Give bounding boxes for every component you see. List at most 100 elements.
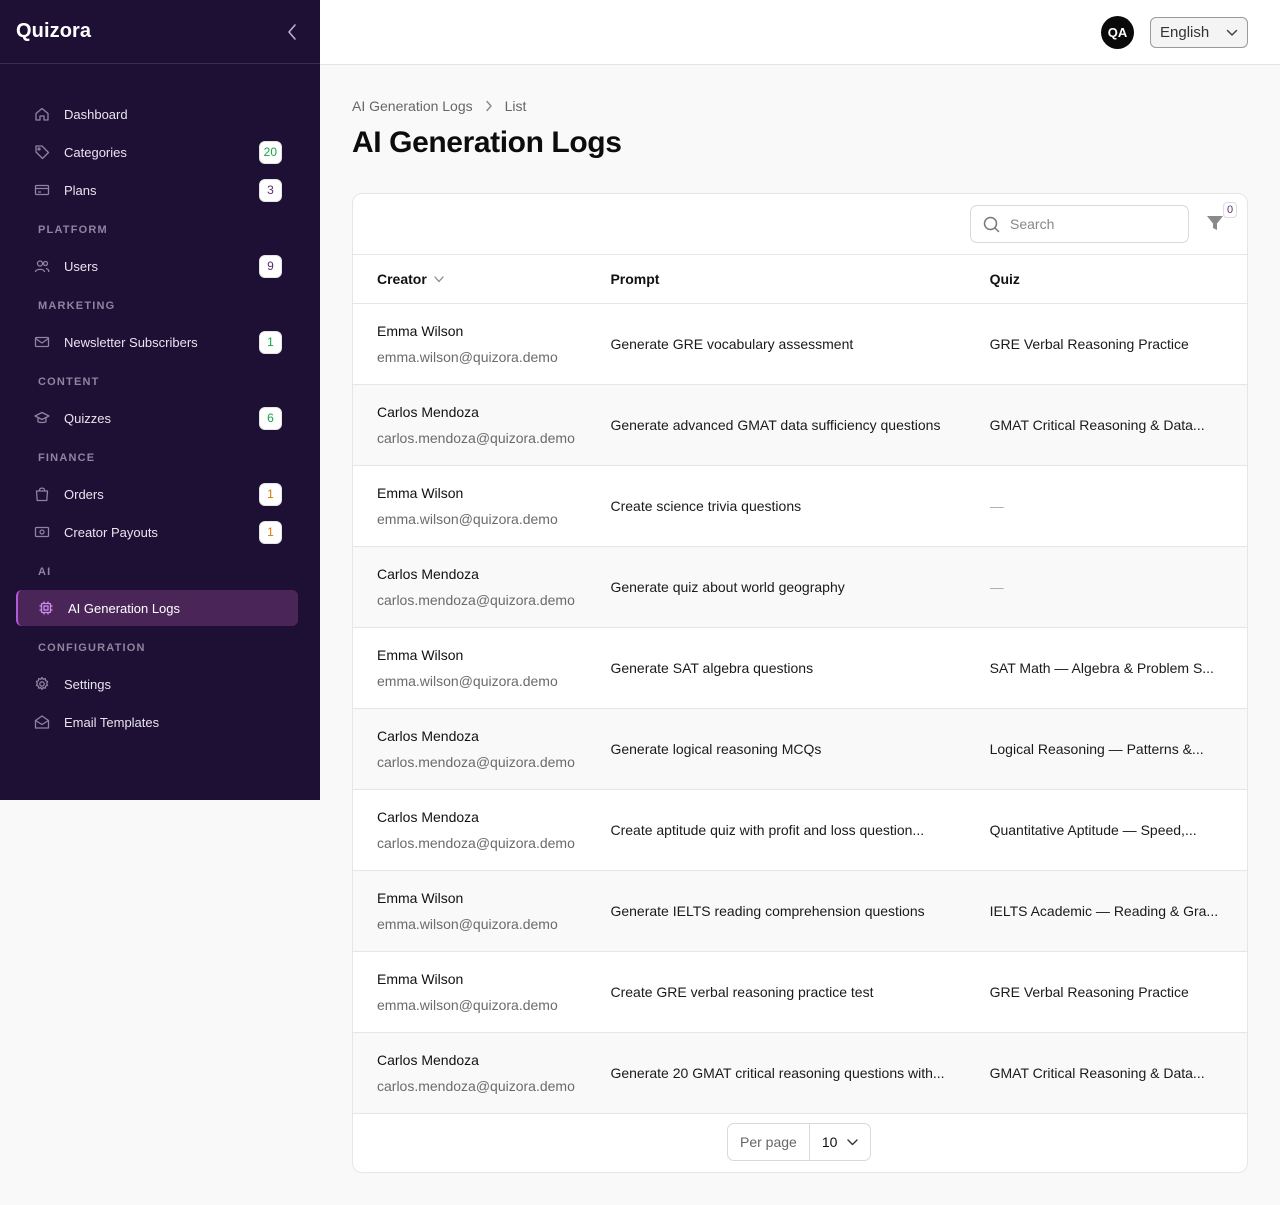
table-row[interactable]: Carlos Mendoza carlos.mendoza@quizora.dem…: [353, 709, 1247, 790]
section-label-configuration: CONFIGURATION: [38, 642, 146, 654]
sidebar-header: Quizora: [0, 0, 320, 64]
creator-email: carlos.mendoza@quizora.demo: [377, 430, 575, 446]
sidebar-item-creator-payouts[interactable]: Creator Payouts 1: [16, 514, 298, 550]
sidebar-item-plans[interactable]: Plans 3: [16, 172, 298, 208]
quiz-cell: GRE Verbal Reasoning Practice: [990, 984, 1247, 1000]
quiz-cell: GMAT Critical Reasoning & Data...: [990, 417, 1247, 433]
creator-name: Emma Wilson: [377, 323, 464, 339]
avatar[interactable]: QA: [1101, 16, 1134, 49]
home-icon: [34, 106, 50, 122]
sidebar-item-label: Users: [64, 258, 98, 274]
creator-email: emma.wilson@quizora.demo: [377, 511, 558, 527]
count-badge: 20: [258, 140, 282, 164]
prompt-cell: Generate SAT algebra questions: [610, 660, 989, 676]
creator-email: emma.wilson@quizora.demo: [377, 916, 558, 932]
quiz-cell: —: [990, 498, 1247, 514]
table-row[interactable]: Emma Wilson emma.wilson@quizora.demo Creat…: [353, 952, 1247, 1033]
prompt-cell: Generate logical reasoning MCQs: [610, 741, 989, 757]
sidebar-item-newsletter-subscribers[interactable]: Newsletter Subscribers 1: [16, 324, 298, 360]
prompt-text: Generate SAT algebra questions: [610, 660, 814, 676]
quiz-title: GRE Verbal Reasoning Practice: [989, 984, 1189, 1000]
sidebar-item-settings[interactable]: Settings: [16, 666, 298, 702]
sidebar-item-ai-generation-logs[interactable]: AI Generation Logs: [16, 590, 298, 626]
quiz-cell: Quantitative Aptitude — Speed,...: [990, 822, 1247, 838]
table-row[interactable]: Carlos Mendoza carlos.mendoza@quizora.dem…: [353, 385, 1247, 466]
collapse-sidebar-button[interactable]: [280, 20, 304, 44]
breadcrumb-parent-link[interactable]: AI Generation Logs: [352, 98, 473, 114]
section-label-content: CONTENT: [38, 376, 100, 388]
creator-cell: Emma Wilson emma.wilson@quizora.demo: [353, 484, 610, 528]
chevron-right-icon: [485, 100, 493, 112]
funnel-icon: [1207, 216, 1223, 230]
sidebar-item-dashboard[interactable]: Dashboard: [16, 96, 298, 132]
sidebar-item-categories[interactable]: Categories 20: [16, 134, 298, 170]
sidebar-item-users[interactable]: Users 9: [16, 248, 298, 284]
table-row[interactable]: Carlos Mendoza carlos.mendoza@quizora.dem…: [353, 547, 1247, 628]
creator-email: carlos.mendoza@quizora.demo: [377, 754, 575, 770]
count-badge: 9: [259, 254, 282, 278]
creator-cell: Carlos Mendoza carlos.mendoza@quizora.dem…: [353, 727, 610, 771]
column-header-creator[interactable]: Creator: [353, 271, 610, 287]
sidebar-item-label: Quizzes: [64, 410, 111, 426]
prompt-cell: Generate GRE vocabulary assessment: [610, 336, 989, 352]
page-title: AI Generation Logs: [352, 126, 622, 159]
envelope-open-icon: [34, 714, 50, 730]
column-header-prompt: Prompt: [610, 271, 660, 287]
table-row[interactable]: Emma Wilson emma.wilson@quizora.demo Gener…: [353, 304, 1247, 385]
creator-name: Carlos Mendoza: [377, 728, 479, 744]
count-badge: 1: [259, 482, 282, 506]
search-input[interactable]: [1010, 216, 1170, 232]
count-badge: 6: [259, 406, 282, 430]
creator-name: Emma Wilson: [377, 647, 464, 663]
language-select[interactable]: English: [1150, 17, 1248, 48]
prompt-cell: Generate advanced GMAT data sufficiency …: [610, 417, 989, 433]
search-icon: [983, 216, 1000, 232]
filter-button[interactable]: [1205, 213, 1225, 233]
sidebar-item-label: Categories: [64, 144, 127, 160]
creator-name: Carlos Mendoza: [377, 1052, 479, 1068]
count-badge: 3: [259, 178, 282, 202]
section-label-finance: FINANCE: [38, 452, 96, 464]
creator-cell: Carlos Mendoza carlos.mendoza@quizora.dem…: [353, 565, 610, 609]
table-row[interactable]: Carlos Mendoza carlos.mendoza@quizora.dem…: [353, 1033, 1247, 1114]
prompt-text: Generate quiz about world geography: [610, 579, 845, 595]
sidebar-item-label: Settings: [64, 676, 111, 692]
tag-icon: [34, 144, 50, 160]
creator-email: carlos.mendoza@quizora.demo: [377, 1078, 575, 1094]
sortable-header: Creator: [377, 271, 610, 287]
sidebar-item-label: Plans: [64, 182, 97, 198]
prompt-text: Generate advanced GMAT data sufficiency …: [610, 417, 941, 433]
banknote-icon: [34, 524, 50, 540]
per-page-select[interactable]: 10: [810, 1124, 871, 1160]
quiz-title: GRE Verbal Reasoning Practice: [989, 336, 1189, 352]
table-row[interactable]: Emma Wilson emma.wilson@quizora.demo Gener…: [353, 628, 1247, 709]
sidebar-item-label: Orders: [64, 486, 104, 502]
sidebar-item-email-templates[interactable]: Email Templates: [16, 704, 298, 740]
creator-name: Emma Wilson: [377, 971, 464, 987]
table-body: Emma Wilson emma.wilson@quizora.demo Gener…: [353, 304, 1247, 1114]
brand-logo[interactable]: Quizora: [16, 20, 91, 43]
pagination: Per page 10: [727, 1123, 872, 1161]
creator-cell: Carlos Mendoza carlos.mendoza@quizora.dem…: [353, 808, 610, 852]
sidebar-item-quizzes[interactable]: Quizzes 6: [16, 400, 298, 436]
creator-name: Carlos Mendoza: [377, 404, 479, 420]
prompt-cell: Generate 20 GMAT critical reasoning ques…: [610, 1065, 989, 1081]
creator-name: Emma Wilson: [377, 485, 464, 501]
per-page-value: 10: [821, 1134, 838, 1150]
table-row[interactable]: Emma Wilson emma.wilson@quizora.demo Gener…: [353, 871, 1247, 952]
sidebar-item-orders[interactable]: Orders 1: [16, 476, 298, 512]
chevron-down-icon: [1226, 29, 1238, 36]
creator-cell: Carlos Mendoza carlos.mendoza@quizora.dem…: [353, 403, 610, 447]
chevron-down-icon: [847, 1138, 859, 1146]
quiz-title: GMAT Critical Reasoning & Data...: [989, 417, 1205, 433]
creator-email: emma.wilson@quizora.demo: [377, 349, 558, 365]
table-row[interactable]: Emma Wilson emma.wilson@quizora.demo Creat…: [353, 466, 1247, 547]
creator-cell: Emma Wilson emma.wilson@quizora.demo: [353, 970, 610, 1014]
creator-name: Emma Wilson: [377, 890, 464, 906]
creator-cell: Emma Wilson emma.wilson@quizora.demo: [353, 322, 610, 366]
creator-name: Carlos Mendoza: [377, 566, 479, 582]
table-row[interactable]: Carlos Mendoza carlos.mendoza@quizora.dem…: [353, 790, 1247, 871]
sidebar-item-label: Newsletter Subscribers: [64, 334, 198, 350]
creator-email: emma.wilson@quizora.demo: [377, 997, 558, 1013]
prompt-text: Create aptitude quiz with profit and los…: [610, 822, 925, 838]
